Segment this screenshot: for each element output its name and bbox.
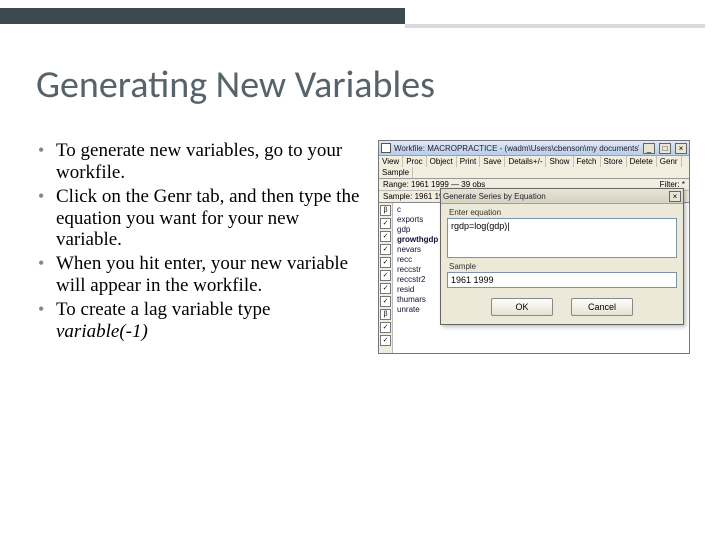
dialog-close-button[interactable]: × — [669, 191, 681, 202]
tb-store[interactable]: Store — [601, 156, 627, 167]
close-button[interactable]: × — [675, 143, 687, 154]
obj-icon: ✓ — [380, 270, 391, 281]
var-item[interactable]: c — [397, 205, 438, 215]
obj-icon: ✓ — [380, 283, 391, 294]
sample-group: Sample 1961 1999 — [447, 262, 677, 288]
decorative-bar — [0, 0, 720, 40]
obj-icon: ✓ — [380, 231, 391, 242]
screenshot: Workfile: MACROPRACTICE - (wadm\Users\cb… — [378, 140, 690, 354]
tb-genr[interactable]: Genr — [657, 156, 682, 167]
var-item[interactable]: exports — [397, 215, 438, 225]
obj-icon: ✓ — [380, 257, 391, 268]
bullet-3: When you hit enter, your new variable wi… — [36, 253, 366, 297]
var-item[interactable]: growthgdp — [397, 235, 438, 245]
generate-dialog: Generate Series by Equation × Enter equa… — [440, 188, 684, 325]
var-item[interactable]: nevars — [397, 245, 438, 255]
dialog-titlebar[interactable]: Generate Series by Equation × — [441, 189, 683, 204]
variable-list[interactable]: c exports gdp growthgdp nevars recc recc… — [393, 203, 442, 353]
sample-input[interactable]: 1961 1999 — [447, 272, 677, 288]
page-title: Generating New Variables — [36, 62, 435, 108]
obj-icon: ✓ — [380, 335, 391, 346]
sample-label: Sample — [449, 262, 677, 271]
caret: | — [507, 221, 509, 231]
obj-icon: ✓ — [380, 296, 391, 307]
var-item[interactable]: recc — [397, 255, 438, 265]
var-item[interactable]: unrate — [397, 305, 438, 315]
workfile-titlebar[interactable]: Workfile: MACROPRACTICE - (wadm\Users\cb… — [379, 141, 689, 156]
var-item[interactable]: reccstr — [397, 265, 438, 275]
tb-delete[interactable]: Delete — [627, 156, 657, 167]
minimize-button[interactable]: _ — [643, 143, 655, 154]
dialog-buttons: OK Cancel — [441, 292, 683, 324]
obj-icon: ✓ — [380, 218, 391, 229]
bullet-1: To generate new variables, go to your wo… — [36, 140, 366, 184]
obj-icon: ✓ — [380, 244, 391, 255]
bar-light — [405, 24, 705, 28]
bullet-list: To generate new variables, go to your wo… — [36, 140, 366, 345]
bullet-4: To create a lag variable type variable(-… — [36, 299, 366, 343]
equation-group: Enter equation rgdp=log(gdp)| — [447, 208, 677, 258]
bar-dark — [0, 8, 405, 24]
bullet-4-em: variable(-1) — [56, 321, 148, 342]
var-item[interactable]: resid — [397, 285, 438, 295]
bullet-4-text: To create a lag variable type — [56, 299, 270, 320]
obj-icon: β — [380, 309, 391, 320]
tb-object[interactable]: Object — [427, 156, 457, 167]
app-icon — [381, 143, 391, 153]
cancel-button[interactable]: Cancel — [571, 298, 633, 316]
var-item[interactable]: reccstr2 — [397, 275, 438, 285]
obj-icon: ✓ — [380, 322, 391, 333]
equation-value: rgdp=log(gdp) — [451, 221, 507, 231]
tb-sample[interactable]: Sample — [379, 167, 413, 178]
tb-fetch[interactable]: Fetch — [574, 156, 601, 167]
ok-button[interactable]: OK — [491, 298, 553, 316]
tb-save[interactable]: Save — [480, 156, 505, 167]
workfile-toolbar: View Proc Object Print Save Details+/- S… — [379, 156, 689, 179]
obj-icon: β — [380, 205, 391, 216]
tb-show[interactable]: Show — [546, 156, 573, 167]
workfile-title: Workfile: MACROPRACTICE - (wadm\Users\cb… — [394, 144, 639, 153]
tb-proc[interactable]: Proc — [403, 156, 426, 167]
dialog-title: Generate Series by Equation — [443, 192, 665, 201]
equation-label: Enter equation — [449, 208, 677, 217]
maximize-button[interactable]: □ — [659, 143, 671, 154]
equation-input[interactable]: rgdp=log(gdp)| — [447, 218, 677, 258]
object-icon-strip: β ✓ ✓ ✓ ✓ ✓ ✓ ✓ β ✓ ✓ — [379, 203, 393, 353]
tb-view[interactable]: View — [379, 156, 403, 167]
bullet-2: Click on the Genr tab, and then type the… — [36, 186, 366, 252]
var-item[interactable]: thumars — [397, 295, 438, 305]
tb-details[interactable]: Details+/- — [505, 156, 546, 167]
var-item[interactable]: gdp — [397, 225, 438, 235]
slide: Generating New Variables To generate new… — [0, 0, 720, 540]
tb-print[interactable]: Print — [457, 156, 480, 167]
